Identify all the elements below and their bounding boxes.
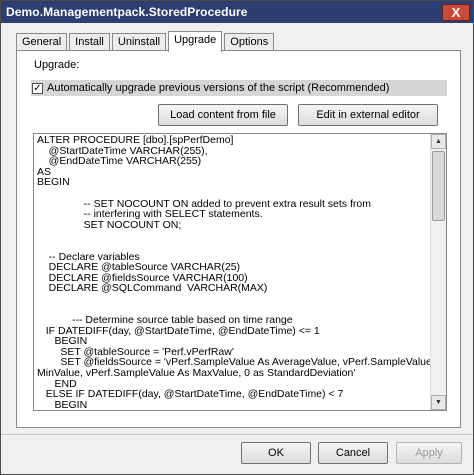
tab-uninstall[interactable]: Uninstall <box>111 33 167 51</box>
scroll-down-icon[interactable]: ▼ <box>431 395 446 410</box>
tab-general[interactable]: General <box>16 33 68 51</box>
tab-options[interactable]: Options <box>224 33 275 51</box>
scroll-thumb[interactable] <box>432 151 445 221</box>
tab-install[interactable]: Install <box>69 33 110 51</box>
auto-upgrade-checkbox[interactable]: ✓ <box>32 82 43 94</box>
editor-vertical-scrollbar[interactable]: ▲ ▼ <box>430 134 446 410</box>
tab-strip: General Install Uninstall Upgrade Option… <box>16 31 276 52</box>
footer-divider <box>1 434 473 435</box>
dialog-window: Demo.Managementpack.StoredProcedure X Ge… <box>0 0 474 475</box>
script-editor[interactable]: ALTER PROCEDURE [dbo].[spPerfDemo] @Star… <box>33 133 447 411</box>
upgrade-section-label: Upgrade: <box>34 59 80 71</box>
upgrade-tab-panel: Upgrade: ✓ Automatically upgrade previou… <box>16 50 461 428</box>
ok-button[interactable]: OK <box>241 442 311 464</box>
scroll-up-icon[interactable]: ▲ <box>431 134 446 149</box>
load-content-button[interactable]: Load content from file <box>158 104 288 126</box>
cancel-button[interactable]: Cancel <box>318 442 388 464</box>
script-code-text[interactable]: ALTER PROCEDURE [dbo].[spPerfDemo] @Star… <box>34 134 430 410</box>
apply-button[interactable]: Apply <box>396 442 462 464</box>
edit-external-button[interactable]: Edit in external editor <box>298 104 438 126</box>
window-title: Demo.Managementpack.StoredProcedure <box>6 5 248 19</box>
tab-upgrade[interactable]: Upgrade <box>168 31 223 52</box>
close-button[interactable]: X <box>442 3 470 21</box>
auto-upgrade-label: Automatically upgrade previous versions … <box>47 82 390 94</box>
title-bar[interactable]: Demo.Managementpack.StoredProcedure X <box>1 1 473 23</box>
auto-upgrade-option[interactable]: ✓ Automatically upgrade previous version… <box>31 80 447 96</box>
